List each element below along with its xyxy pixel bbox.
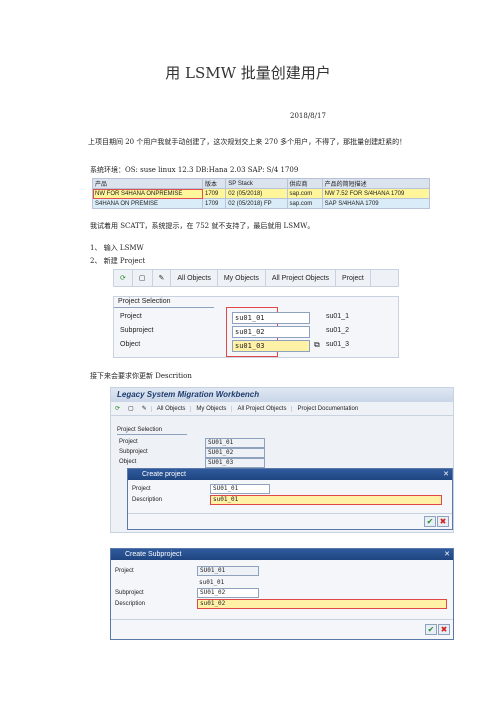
table-header-row: 产品 版本 SP Stack 供应商 产品的简短描述 <box>92 178 431 189</box>
product-table: 产品 版本 SP Stack 供应商 产品的简短描述 NW FOR S4HANA… <box>92 178 431 209</box>
field-label: Project <box>132 486 151 492</box>
lsmw-toolbar: ⟳ ▢ ✎ All Objects My Objects All Project Obje… <box>113 269 399 287</box>
section-title: Project Selection <box>114 297 214 308</box>
table-cell: sap.com <box>286 188 323 199</box>
table-header: 供应商 <box>286 178 323 189</box>
all-objects-button[interactable]: All Objects <box>151 406 192 412</box>
confirm-icon[interactable]: ✔ <box>424 516 436 527</box>
field-label: Description <box>132 497 163 503</box>
cancel-icon[interactable]: ✖ <box>438 624 450 635</box>
field-label: Object <box>119 459 137 465</box>
step-2: 2、 新建 Project <box>90 256 145 267</box>
table-cell: SAP S/4HANA 1709 <box>321 198 431 209</box>
value-help-icon[interactable]: ⧉ <box>314 340 320 350</box>
page-title: 用 LSMW 批量创建用户 <box>165 64 331 82</box>
step-num: 1、 <box>90 244 102 252</box>
subproject-desc: su01_2 <box>326 327 349 334</box>
project-documentation-button[interactable]: Project Documentation <box>292 406 363 412</box>
field-label: Project <box>115 568 134 574</box>
field-label: Project <box>119 439 138 445</box>
field-label: Subproject <box>120 327 154 334</box>
table-header: SP Stack <box>225 178 288 189</box>
step-text: 新建 Project <box>103 257 146 265</box>
project-input[interactable]: SU01_01 <box>205 438 265 448</box>
description-input[interactable]: su01_01 <box>210 495 442 505</box>
project-input[interactable]: SU01_01 <box>210 484 270 494</box>
edit-icon[interactable]: ✎ <box>153 270 172 286</box>
describe-note: 接下来会要求你更新 Descrition <box>90 372 192 380</box>
object-input[interactable]: SU01_03 <box>205 458 265 468</box>
scatt-note: 我试着用 SCATT，系统提示，在 752 就不支持了，最后就用 LSMW。 <box>90 222 315 230</box>
my-objects-button[interactable]: My Objects <box>218 270 266 286</box>
table-header: 产品的简短描述 <box>321 178 431 189</box>
table-cell: 1709 <box>201 198 227 209</box>
table-cell: NW 7.52 FOR S/4HANA 1709 <box>321 188 431 199</box>
table-row: NW FOR S4HANA ONPREMISE 1709 02 (05/2018… <box>92 188 431 199</box>
new-doc-icon[interactable]: ▢ <box>124 406 138 412</box>
execute-icon[interactable]: ⟳ <box>114 270 133 286</box>
table-cell: NW FOR S4HANA ONPREMISE <box>92 188 203 199</box>
field-label: Subproject <box>119 449 148 455</box>
table-cell: S4HANA ON PREMISE <box>92 198 203 209</box>
table-cell: 1709 <box>201 188 227 199</box>
field-label: Object <box>120 341 141 348</box>
step-text: 输入 LSMW <box>103 244 144 252</box>
new-doc-icon[interactable]: ▢ <box>133 270 153 286</box>
section-title: Project Selection <box>117 426 187 435</box>
project-desc: su01_1 <box>326 313 349 320</box>
description-input[interactable]: su01_02 <box>197 599 447 609</box>
close-icon[interactable]: ✕ <box>443 470 449 478</box>
dialog-title: Create project <box>128 469 452 480</box>
table-header: 版本 <box>201 178 227 189</box>
execute-icon[interactable]: ⟳ <box>111 406 124 412</box>
step-1: 1、 输入 LSMW <box>90 243 144 254</box>
project-button[interactable]: Project <box>336 270 371 286</box>
intro-paragraph: 上项目期间 20 个用户我就手动创建了，这次规划交上来 270 多个用户，不得了… <box>88 138 407 146</box>
date: 2018/8/17 <box>290 112 326 120</box>
project-input[interactable]: su01_01 <box>232 312 310 324</box>
subproject-input[interactable]: SU01_02 <box>197 588 259 598</box>
project-desc: su01_01 <box>199 579 225 586</box>
all-project-objects-button[interactable]: All Project Objects <box>266 270 337 286</box>
table-cell: sap.com <box>286 198 323 209</box>
window-title: Legacy System Migration Workbench <box>111 388 453 402</box>
object-desc: su01_3 <box>326 341 349 348</box>
close-icon[interactable]: ✕ <box>444 550 450 558</box>
dialog-title: Create Subproject <box>111 549 453 560</box>
all-project-objects-button[interactable]: All Project Objects <box>232 406 293 412</box>
field-label: Description <box>115 601 146 607</box>
table-cell: 02 (05/2018) <box>225 188 288 199</box>
env-line: 系统环境：OS: suse linux 12.3 DB:Hana 2.03 SA… <box>90 166 299 174</box>
divider <box>128 513 452 514</box>
cancel-icon[interactable]: ✖ <box>437 516 449 527</box>
step-num: 2、 <box>90 257 102 265</box>
edit-icon[interactable]: ✎ <box>137 406 152 412</box>
table-cell: 02 (05/2018) FP <box>225 198 288 209</box>
object-input[interactable]: su01_03 <box>232 340 310 352</box>
divider <box>111 619 453 620</box>
subproject-input[interactable]: SU01_02 <box>205 448 265 458</box>
project-input[interactable]: SU01_01 <box>197 566 259 576</box>
lsmw-toolbar-2: ⟳ ▢ ✎ All Objects My Objects All Project Obje… <box>111 402 453 416</box>
my-objects-button[interactable]: My Objects <box>191 406 233 412</box>
table-row: S4HANA ON PREMISE 1709 02 (05/2018) FP s… <box>92 198 431 209</box>
all-objects-button[interactable]: All Objects <box>171 270 218 286</box>
subproject-input[interactable]: su01_02 <box>232 326 310 338</box>
create-subproject-dialog: Create Subproject ✕ Project SU01_01 su01… <box>110 548 454 640</box>
confirm-icon[interactable]: ✔ <box>425 624 437 635</box>
create-project-dialog: Create project ✕ Project SU01_01 Descrip… <box>127 468 453 530</box>
project-selection-panel: Project Selection Project Subproject Obj… <box>113 296 399 358</box>
field-label: Project <box>120 313 142 320</box>
field-label: Subproject <box>115 590 144 596</box>
lsmw-window: Legacy System Migration Workbench ⟳ ▢ ✎ All… <box>110 387 454 533</box>
table-header: 产品 <box>92 178 203 189</box>
